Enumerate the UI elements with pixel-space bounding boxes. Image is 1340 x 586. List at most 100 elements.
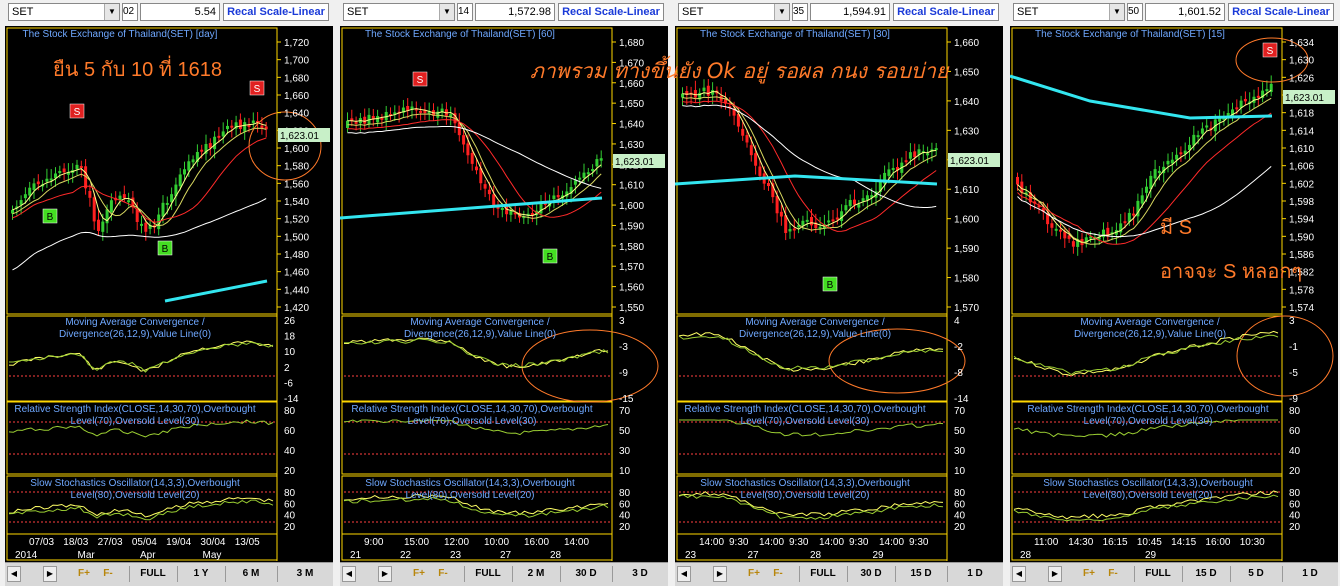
candle-body: [92, 197, 96, 222]
date-label: 9:00: [364, 537, 384, 548]
chevron-down-icon[interactable]: ▼: [104, 4, 119, 20]
range-button-2[interactable]: 30 D: [560, 566, 611, 582]
candle-body: [1205, 125, 1209, 128]
range-button-2[interactable]: 15 D: [895, 566, 946, 582]
scroll-left-icon[interactable]: ◀: [342, 566, 356, 582]
rsi-title-2: Level(70),Oversold Level(30): [1084, 416, 1213, 427]
period-field[interactable]: 14: [457, 3, 473, 21]
range-full-button[interactable]: FULL: [799, 566, 846, 582]
scroll-left-icon[interactable]: ◀: [1012, 566, 1026, 582]
indicator-tick-label: 60: [1289, 499, 1301, 510]
indicator-tick-label: 40: [954, 511, 966, 522]
symbol-select[interactable]: SET ▼: [678, 3, 790, 21]
period-field[interactable]: 35: [792, 3, 808, 21]
scroll-right-icon[interactable]: ▶: [43, 566, 57, 582]
zoom-out-button[interactable]: F-: [434, 566, 452, 582]
date-label: 10:30: [1240, 537, 1265, 548]
date-label: 16:15: [1103, 537, 1128, 548]
candle-body: [62, 168, 66, 173]
price-tick-label: 1,570: [619, 262, 644, 273]
date-label: 14:15: [1171, 537, 1196, 548]
indicator-tick-label: 3: [1289, 316, 1295, 327]
candle-body: [702, 87, 706, 92]
indicator-tick-label: 4: [954, 316, 960, 327]
indicator-tick-label: 30: [619, 446, 631, 457]
last-price-field: 1,601.52: [1145, 3, 1225, 21]
indicator-tick-label: -14: [954, 394, 969, 405]
range-button-1[interactable]: 2 M: [512, 566, 559, 582]
price-tick-label: 1,606: [1289, 162, 1314, 173]
range-button-3[interactable]: 1 D: [947, 566, 1002, 582]
price-tick-label: 1,460: [284, 268, 309, 279]
range-button-3[interactable]: 3 D: [612, 566, 667, 582]
range-button-1[interactable]: 1 Y: [177, 566, 224, 582]
recal-scale-button[interactable]: Recal Scale-Linear: [558, 3, 664, 21]
candle-body: [1196, 135, 1200, 138]
price-tick-label: 1,634: [1289, 38, 1314, 49]
date-label-major: 28: [550, 550, 562, 561]
range-button-1[interactable]: 15 D: [1182, 566, 1229, 582]
zoom-in-button[interactable]: F+: [745, 566, 763, 582]
period-field[interactable]: 50: [1127, 3, 1143, 21]
candle-body: [1166, 160, 1170, 165]
zoom-out-button[interactable]: F-: [1104, 566, 1122, 582]
scroll-left-icon[interactable]: ◀: [7, 566, 21, 582]
symbol-select[interactable]: SET ▼: [1013, 3, 1125, 21]
candle-body: [552, 195, 556, 200]
date-label: 18/03: [63, 537, 88, 548]
recal-scale-button[interactable]: Recal Scale-Linear: [1228, 3, 1334, 21]
price-chart: SB: [340, 71, 659, 403]
price-tick-label: 1,700: [284, 56, 309, 67]
zoom-in-button[interactable]: F+: [75, 566, 93, 582]
range-button-1[interactable]: 30 D: [847, 566, 894, 582]
price-tick-label: 1,600: [619, 201, 644, 212]
range-full-button[interactable]: FULL: [1134, 566, 1181, 582]
recal-scale-button[interactable]: Recal Scale-Linear: [223, 3, 329, 21]
range-button-2[interactable]: 6 M: [225, 566, 276, 582]
signal-label: B: [47, 212, 54, 223]
candle-body: [1123, 221, 1127, 224]
range-full-button[interactable]: FULL: [129, 566, 176, 582]
range-full-button[interactable]: FULL: [464, 566, 511, 582]
scroll-right-icon[interactable]: ▶: [378, 566, 392, 582]
candle-body: [187, 161, 191, 171]
period-field[interactable]: 02: [122, 3, 138, 21]
chevron-down-icon[interactable]: ▼: [439, 4, 454, 20]
range-button-2[interactable]: 5 D: [1230, 566, 1281, 582]
zoom-out-button[interactable]: F-: [99, 566, 117, 582]
chart-area[interactable]: The Stock Exchange of Thailand(SET) [30]…: [675, 26, 1003, 562]
price-tick-label: 1,598: [1289, 197, 1314, 208]
candle-body: [891, 167, 895, 170]
date-label-major: 28: [810, 550, 822, 561]
candle-body: [741, 128, 745, 136]
symbol-select[interactable]: SET ▼: [8, 3, 120, 21]
chart-area[interactable]: The Stock Exchange of Thailand(SET) [day…: [5, 26, 333, 562]
price-tick-label: 1,480: [284, 250, 309, 261]
zoom-in-button[interactable]: F+: [1080, 566, 1098, 582]
scroll-right-icon[interactable]: ▶: [1048, 566, 1062, 582]
price-tick-label: 1,640: [619, 120, 644, 131]
recal-scale-button[interactable]: Recal Scale-Linear: [893, 3, 999, 21]
indicator-tick-label: 10: [284, 347, 296, 358]
symbol-select[interactable]: SET ▼: [343, 3, 455, 21]
scroll-left-icon[interactable]: ◀: [677, 566, 691, 582]
indicator-tick-label: -2: [954, 342, 963, 353]
scroll-right-icon[interactable]: ▶: [713, 566, 727, 582]
chevron-down-icon[interactable]: ▼: [774, 4, 789, 20]
range-button-3[interactable]: 3 M: [277, 566, 332, 582]
chart-area[interactable]: The Stock Exchange of Thailand(SET) [15]…: [1010, 26, 1338, 562]
chevron-down-icon[interactable]: ▼: [1109, 4, 1124, 20]
chart-area[interactable]: The Stock Exchange of Thailand(SET) [60]…: [340, 26, 668, 562]
indicator-tick-label: -6: [284, 378, 293, 389]
candle-body: [595, 159, 599, 167]
price-tick-label: 1,618: [1289, 109, 1314, 120]
zoom-in-button[interactable]: F+: [410, 566, 428, 582]
price-tick-label: 1,580: [619, 242, 644, 253]
zoom-out-button[interactable]: F-: [769, 566, 787, 582]
price-tick-label: 1,602: [1289, 179, 1314, 190]
candle-body: [79, 165, 83, 168]
range-button-3[interactable]: 1 D: [1282, 566, 1337, 582]
date-label: 14:00: [879, 537, 904, 548]
indicator-tick-label: 40: [284, 511, 296, 522]
candle-body: [380, 117, 384, 120]
